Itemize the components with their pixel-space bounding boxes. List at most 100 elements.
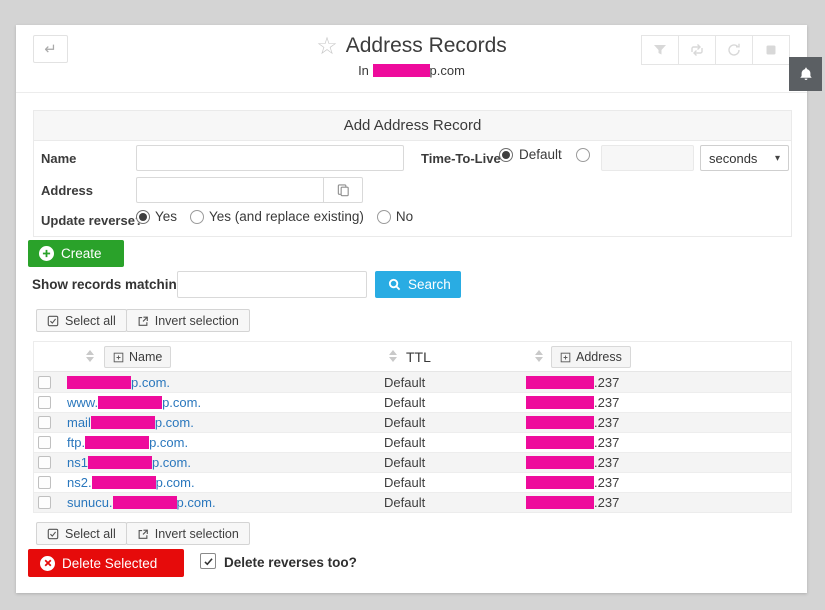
notifications-tab[interactable] [789,57,822,91]
filter-button[interactable] [641,35,679,65]
show-matching-label: Show records matching: [32,277,190,292]
panel-title: Add Address Record [34,111,791,141]
table-row: www.p.com.Default.237 [34,392,791,412]
row-checkbox[interactable] [38,496,51,509]
redacted-name [113,496,177,509]
table-row: mailp.com. Default .237 [34,412,791,432]
record-ttl: Default [384,415,425,430]
name-input[interactable] [136,145,404,171]
record-name-suffix: p.com. [131,375,170,390]
select-all-label: Select all [65,314,116,328]
sort-name-control[interactable] [86,350,94,362]
name-column-button[interactable]: Name [104,346,171,368]
row-checkbox[interactable] [38,436,51,449]
redacted-name [91,416,155,429]
delete-selected-label: Delete Selected [62,556,157,571]
address-column-label: Address [576,350,622,364]
refresh-button[interactable] [715,35,753,65]
header-divider [16,92,807,93]
select-all-button[interactable]: Select all [36,522,127,545]
select-all-label: Select all [65,527,116,541]
record-address-suffix: .237 [594,415,619,430]
filter-icon [652,42,668,58]
address-label: Address [41,183,93,198]
record-name-suffix: p.com. [156,475,195,490]
table-row: ftp.p.com.Default.237 [34,432,791,452]
record-name-prefix: ns1 [67,455,88,470]
row-checkbox[interactable] [38,396,51,409]
ttl-custom-radio[interactable] [576,148,590,162]
record-address: .237 [526,375,619,390]
address-input[interactable] [136,177,324,203]
record-name-suffix: p.com. [155,415,194,430]
sort-ttl-control[interactable] [389,350,397,362]
update-reverse-radio[interactable] [377,210,391,224]
record-name-prefix: ns2. [67,475,92,490]
record-name-suffix: p.com. [177,495,216,510]
create-button[interactable]: Create [28,240,124,267]
invert-selection-button[interactable]: Invert selection [126,522,250,545]
delete-reverses-label: Delete reverses too? [224,555,357,570]
refresh-icon [726,42,742,58]
records-table: Name TTL Address p.com. Default .237 www.p.… [33,341,792,513]
record-ttl: Default [384,455,425,470]
update-reverse-option-label: No [396,209,413,224]
ttl-value-input[interactable] [601,145,694,171]
redacted-address [526,396,594,409]
row-checkbox[interactable] [38,456,51,469]
recheck-button[interactable] [678,35,716,65]
record-ttl: Default [384,395,425,410]
ttl-column-label: TTL [406,349,431,365]
record-name-suffix: p.com. [149,435,188,450]
stop-icon [763,42,779,58]
record-name-link[interactable]: ns1 p.com. [67,455,191,470]
record-name-link[interactable]: mailp.com. [67,415,194,430]
update-reverse-radio[interactable] [190,210,204,224]
table-row: ns1p.com.Default.237 [34,452,791,472]
paste-address-button[interactable] [324,177,363,203]
redacted-name [88,456,152,469]
star-favorite-icon[interactable]: ☆ [316,33,338,60]
redacted-address [526,496,594,509]
record-name-prefix: ftp. [67,435,85,450]
stop-button[interactable] [752,35,790,65]
row-checkbox[interactable] [38,416,51,429]
selection-toolbar-bottom: Select all Invert selection [37,522,250,545]
redacted-address [526,436,594,449]
content-card: ↵ ☆Address Records In p.com [16,25,807,593]
plus-circle-icon [39,246,54,261]
redacted-name [85,436,149,449]
delete-selected-button[interactable]: Delete Selected [28,549,184,577]
search-input[interactable] [177,271,367,298]
record-name-link[interactable]: ftp. p.com. [67,435,188,450]
name-column-label: Name [129,350,162,364]
subtitle-prefix: In [358,63,372,78]
record-address: .237 [526,475,619,490]
record-name-suffix: p.com. [152,455,191,470]
row-checkbox[interactable] [38,476,51,489]
table-body: p.com.Default.237www.p.com.Default.237ma… [34,372,791,512]
invert-selection-icon [137,315,149,327]
times-circle-icon [40,556,55,571]
update-reverse-radio[interactable] [136,210,150,224]
select-all-button[interactable]: Select all [36,309,127,332]
invert-selection-button[interactable]: Invert selection [126,309,250,332]
record-address: .237 [526,495,619,510]
header-toolbar [642,35,790,65]
sort-address-control[interactable] [535,350,543,362]
bell-icon [798,66,814,82]
ttl-default-option: Default [519,147,562,162]
delete-reverses-checkbox[interactable] [200,553,216,569]
record-name-link[interactable]: www.p.com. [67,395,201,410]
search-button[interactable]: Search [375,271,461,298]
address-column-button[interactable]: Address [551,346,631,368]
record-name-link[interactable]: p.com. [67,375,170,390]
subtitle-suffix: p.com [430,63,465,78]
ttl-unit-select[interactable]: seconds ▾ [700,145,789,171]
record-name-link[interactable]: sunucu.p.com. [67,495,216,510]
ttl-default-radio[interactable] [499,148,513,162]
plus-square-icon [560,352,571,363]
record-name-suffix: p.com. [162,395,201,410]
row-checkbox[interactable] [38,376,51,389]
record-name-link[interactable]: ns2. p.com. [67,475,195,490]
